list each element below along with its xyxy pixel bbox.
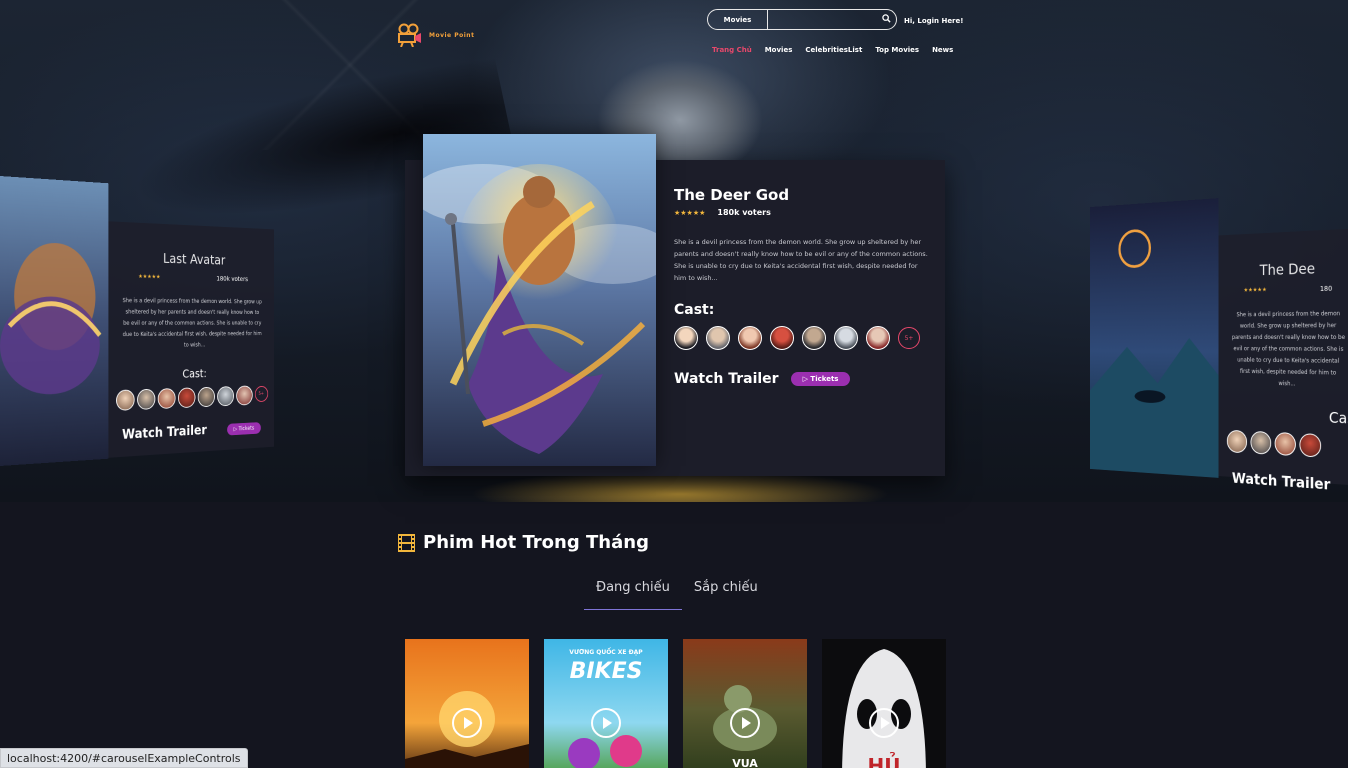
play-icon[interactable] bbox=[869, 708, 899, 738]
side-card-title: Last Avatar bbox=[163, 251, 226, 269]
search-category-select[interactable]: Movies bbox=[708, 10, 768, 29]
side-card-cast-list: 5+ bbox=[108, 385, 274, 412]
side-watch-trailer[interactable]: Watch Trailer bbox=[1232, 469, 1330, 493]
movie-card[interactable] bbox=[405, 639, 529, 768]
tickets-button[interactable]: ▷ Tickets bbox=[790, 372, 851, 386]
watch-trailer-link[interactable]: Watch Trailer bbox=[674, 371, 779, 387]
side-info-panel: Last Avatar ★★★★★ 180k voters She is a d… bbox=[108, 221, 274, 459]
nav-item-home[interactable]: Trang Chủ bbox=[712, 46, 752, 54]
movie-card[interactable]: VUA bbox=[683, 639, 807, 768]
side-card-voters: 180k voters bbox=[216, 275, 248, 283]
search-icon[interactable] bbox=[876, 13, 896, 26]
section-title: Phim Hot Trong Tháng bbox=[423, 532, 649, 553]
side-card-description: She is a devil princess from the demon w… bbox=[1231, 310, 1346, 388]
side-poster-image bbox=[0, 176, 108, 466]
nav-item-top-movies[interactable]: Top Movies bbox=[875, 46, 919, 54]
nav-item-movies[interactable]: Movies bbox=[765, 46, 793, 54]
side-card-voters: 180 bbox=[1319, 284, 1333, 293]
play-icon[interactable] bbox=[452, 708, 482, 738]
cast-avatar[interactable] bbox=[157, 388, 176, 410]
search-input[interactable] bbox=[768, 10, 876, 29]
cast-avatar[interactable] bbox=[115, 389, 135, 411]
cast-avatar[interactable] bbox=[235, 385, 253, 406]
cast-avatar[interactable] bbox=[738, 326, 762, 350]
featured-cast-label: Cast: bbox=[674, 302, 715, 318]
side-card-cast-label: Cas bbox=[1328, 408, 1348, 428]
cast-avatar[interactable] bbox=[834, 326, 858, 350]
carousel-next-card[interactable]: The Dee ★★★★★ 180 She is a devil princes… bbox=[1090, 188, 1348, 494]
main-nav: Trang Chủ Movies CelebritiesList Top Mov… bbox=[712, 46, 953, 54]
cast-avatar[interactable] bbox=[216, 386, 234, 407]
cast-avatar[interactable] bbox=[674, 326, 698, 350]
cast-avatar[interactable] bbox=[197, 386, 215, 408]
cast-avatar[interactable] bbox=[866, 326, 890, 350]
featured-poster[interactable] bbox=[423, 134, 656, 466]
side-watch-trailer[interactable]: Watch Trailer bbox=[122, 423, 207, 443]
side-tickets-button[interactable]: ▷ Tickets bbox=[226, 421, 261, 436]
cast-avatar[interactable] bbox=[177, 387, 196, 409]
side-poster-image bbox=[1090, 198, 1219, 478]
movie-card[interactable]: VƯƠNG QUỐC XE ĐẠP BIKES bbox=[544, 639, 668, 768]
featured-voters: 180k voters bbox=[717, 208, 771, 217]
cast-avatar[interactable] bbox=[136, 388, 155, 410]
login-link[interactable]: Hi, Login Here! bbox=[904, 17, 963, 25]
featured-trailer-row: Watch Trailer ▷ Tickets bbox=[674, 371, 851, 387]
featured-description: She is a devil princess from the demon w… bbox=[674, 238, 928, 282]
cast-avatar[interactable] bbox=[770, 326, 794, 350]
side-card-description: She is a devil princess from the demon w… bbox=[122, 297, 262, 349]
play-icon[interactable] bbox=[730, 708, 760, 738]
more-cast-button[interactable]: 5+ bbox=[254, 385, 268, 403]
movie-card[interactable]: HỦ bbox=[822, 639, 946, 768]
section-heading: Phim Hot Trong Tháng bbox=[398, 532, 649, 553]
movie-grid: VƯƠNG QUỐC XE ĐẠP BIKES VUA HỦ bbox=[405, 639, 946, 768]
rating-stars-icon: ★★★★★ bbox=[138, 273, 161, 281]
site-logo[interactable]: Movie Point bbox=[397, 23, 474, 47]
film-strip-icon bbox=[398, 533, 415, 552]
cast-avatar[interactable] bbox=[706, 326, 730, 350]
cast-avatar[interactable] bbox=[1250, 430, 1272, 455]
tab-coming-soon[interactable]: Sắp chiếu bbox=[682, 578, 770, 610]
movie-tabs: Đang chiếu Sắp chiếu bbox=[584, 578, 770, 610]
side-info-panel: The Dee ★★★★★ 180 She is a devil princes… bbox=[1218, 228, 1348, 494]
nav-item-news[interactable]: News bbox=[932, 46, 953, 54]
browser-status-url: localhost:4200/#carouselExampleControls bbox=[0, 748, 248, 768]
side-card-title: The Dee bbox=[1259, 259, 1316, 280]
poster-title: VUA bbox=[732, 757, 758, 768]
cast-avatar[interactable] bbox=[1226, 429, 1248, 454]
featured-rating: ★★★★★ 180k voters bbox=[674, 208, 771, 217]
poster-subtitle: VƯƠNG QUỐC XE ĐẠP bbox=[569, 649, 643, 656]
tab-now-showing[interactable]: Đang chiếu bbox=[584, 578, 682, 610]
side-card-cast-list bbox=[1219, 429, 1348, 459]
search-bar: Movies bbox=[707, 9, 897, 30]
film-camera-icon bbox=[398, 23, 421, 47]
poster-title: HỦ bbox=[867, 754, 901, 768]
nav-item-celebrities[interactable]: CelebritiesList bbox=[805, 46, 862, 54]
cast-avatar[interactable] bbox=[802, 326, 826, 350]
logo-text: Movie Point bbox=[429, 31, 475, 39]
poster-title: BIKES bbox=[569, 659, 643, 684]
cast-avatar[interactable] bbox=[1299, 433, 1322, 458]
play-icon[interactable] bbox=[591, 708, 621, 738]
more-cast-button[interactable]: 5+ bbox=[898, 327, 920, 349]
featured-title: The Deer God bbox=[674, 186, 790, 204]
side-card-cast-label: Cast: bbox=[182, 367, 207, 381]
cast-avatar[interactable] bbox=[1274, 431, 1296, 457]
rating-stars-icon: ★★★★★ bbox=[1243, 286, 1267, 294]
rating-stars-icon: ★★★★★ bbox=[674, 208, 706, 217]
featured-cast-list: 5+ bbox=[674, 326, 920, 350]
carousel-prev-card[interactable]: Last Avatar ★★★★★ 180k voters She is a d… bbox=[0, 176, 274, 466]
